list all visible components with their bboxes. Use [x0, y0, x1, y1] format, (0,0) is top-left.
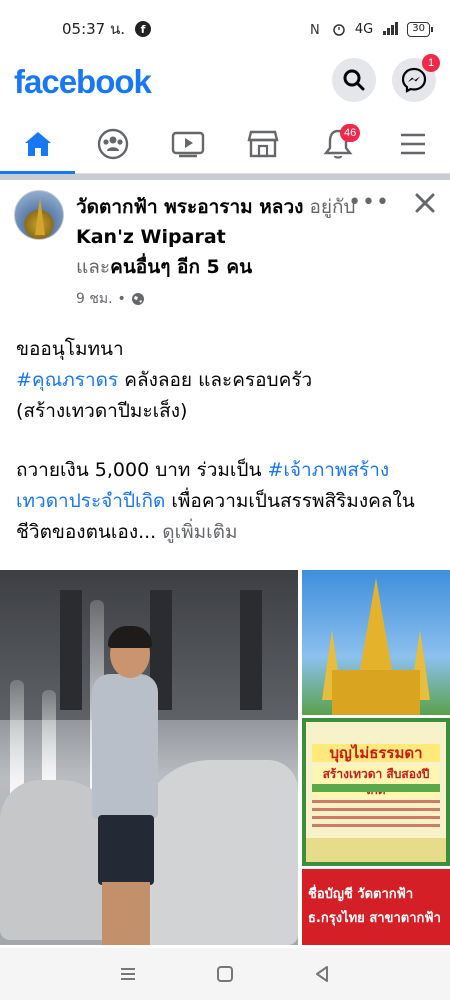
- video-icon: [171, 131, 204, 157]
- tab-marketplace[interactable]: [225, 114, 300, 173]
- search-icon: [343, 69, 365, 91]
- post-time[interactable]: 9 ชม.: [76, 288, 113, 310]
- feed-divider: [0, 174, 450, 180]
- tab-watch[interactable]: [150, 114, 225, 173]
- post-photos: บุญไม่ธรรมดา สร้างเทวดา สืบสองปีเกิด ชื่…: [0, 570, 450, 945]
- messenger-badge: 1: [422, 54, 440, 72]
- meta-separator: •: [117, 291, 126, 307]
- signal-icon: [383, 22, 399, 35]
- status-bar: 05:37 น. f N 4G 30: [0, 0, 450, 58]
- post-text: ขออนุโมทนา #คุณภราดร คลังลอย และครอบครัว…: [16, 334, 436, 548]
- poster-title: บุญไม่ธรรมดา: [312, 744, 440, 762]
- facebook-notification-icon: f: [135, 21, 152, 37]
- photo-person[interactable]: [0, 570, 298, 945]
- post-line-3: (สร้างเทวดาปีมะเส็ง): [16, 400, 188, 422]
- bank-account-name: ชื่อบัญชี วัดตากฟ้า: [308, 887, 414, 902]
- photo-pagoda[interactable]: [302, 570, 450, 715]
- groups-icon: [97, 128, 128, 159]
- tab-menu[interactable]: [375, 114, 450, 173]
- bank-branch: ธ.กรุงไทย สาขาตากฟ้า: [308, 911, 441, 926]
- tab-notifications[interactable]: 46: [300, 114, 375, 173]
- close-icon: [415, 193, 435, 213]
- app-header: facebook 1: [0, 54, 450, 106]
- messenger-icon: [401, 67, 427, 93]
- post-paragraph-2: ถวายเงิน 5,000 บาท ร่วมเป็น #เจ้าภาพสร้า…: [16, 455, 436, 548]
- poster-subtitle: สร้างเทวดา สืบสองปีเกิด: [314, 766, 438, 798]
- hashtag-link[interactable]: #คุณภราดร: [16, 369, 118, 391]
- and-text: และ: [76, 256, 111, 278]
- svg-text:N: N: [310, 23, 320, 36]
- photo-poster[interactable]: บุญไม่ธรรมดา สร้างเทวดา สืบสองปีเกิด: [302, 718, 450, 866]
- facebook-logo[interactable]: facebook: [14, 63, 152, 101]
- system-nav-bar: [0, 948, 450, 1000]
- recent-apps-icon[interactable]: [119, 966, 137, 982]
- search-button[interactable]: [332, 58, 376, 102]
- post-line-2-rest: คลังลอย และครอบครัว: [118, 369, 313, 391]
- more-options-button[interactable]: •••: [348, 190, 390, 215]
- page-avatar[interactable]: [14, 190, 64, 240]
- photo-bank-account[interactable]: ชื่อบัญชี วัดตากฟ้า ธ.กรุงไทย สาขาตากฟ้า: [302, 869, 450, 945]
- see-more-link[interactable]: ดูเพิ่มเติม: [156, 521, 237, 543]
- battery-icon: 30: [407, 21, 433, 37]
- notifications-badge: 46: [340, 124, 361, 142]
- post-line-2: #คุณภราดร คลังลอย และครอบครัว: [16, 365, 436, 396]
- post-meta: 9 ชม. •: [76, 288, 145, 310]
- post-line-1: ขออนุโมทนา: [16, 338, 124, 360]
- nfc-icon: N: [310, 23, 320, 36]
- hide-post-button[interactable]: [414, 186, 436, 221]
- post-line-4: ถวายเงิน 5,000 บาท ร่วมเป็น: [16, 459, 268, 481]
- tab-home[interactable]: [0, 114, 75, 174]
- tagged-user[interactable]: Kan'z Wiparat: [76, 226, 226, 248]
- menu-icon: [400, 133, 425, 154]
- back-icon[interactable]: [313, 965, 331, 983]
- messenger-button[interactable]: 1: [392, 54, 440, 102]
- status-icons: N 4G 30: [309, 21, 433, 37]
- alarm-icon: [333, 24, 345, 36]
- tab-groups[interactable]: [75, 114, 150, 173]
- home-icon: [24, 131, 51, 156]
- home-nav-icon[interactable]: [216, 965, 234, 983]
- post-title: วัดตากฟ้า พระอาราม หลวง อยู่กับ Kan'z Wi…: [76, 192, 366, 282]
- main-tab-bar: 46: [0, 114, 450, 174]
- status-time: 05:37 น.: [62, 20, 126, 38]
- author-name[interactable]: วัดตากฟ้า พระอาราม หลวง: [76, 196, 303, 218]
- others-link[interactable]: คนอื่นๆ อีก 5 คน: [110, 256, 252, 278]
- globe-icon: [131, 293, 144, 305]
- marketplace-icon: [246, 130, 279, 157]
- avatar-image: [35, 197, 45, 235]
- signal-text: 4G: [354, 21, 374, 37]
